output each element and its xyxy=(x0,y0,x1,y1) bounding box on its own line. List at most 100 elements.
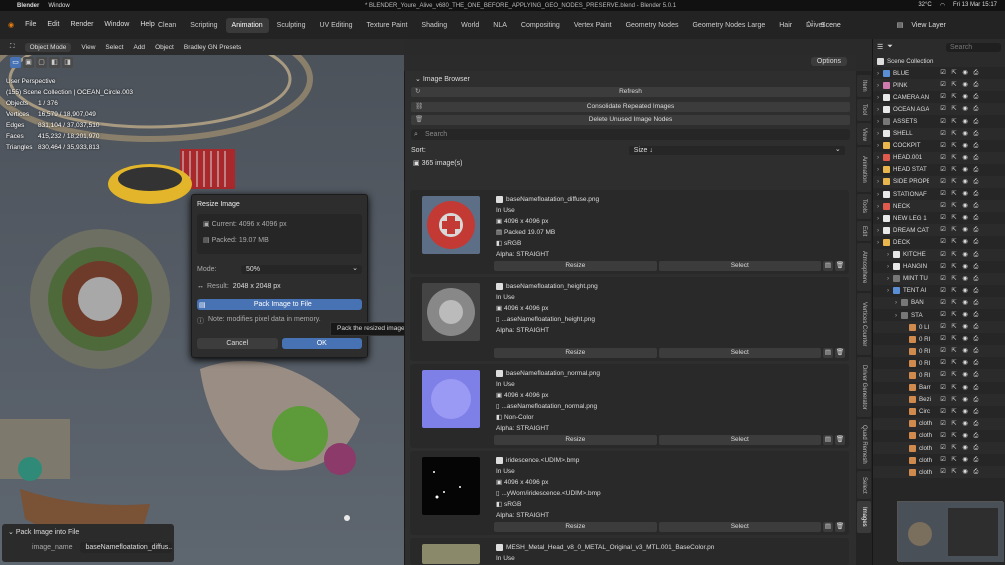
outliner-row[interactable]: 0 RI ☑ ⇱ ◉ ⎙ xyxy=(873,345,1005,358)
tab-quad-remesh[interactable]: Quad Remesh xyxy=(857,419,871,469)
menu-file[interactable]: File xyxy=(25,21,36,29)
eye-icon[interactable]: ◉ xyxy=(961,287,969,295)
tab-scripting[interactable]: Scripting xyxy=(184,18,223,33)
camera-icon[interactable]: ⎙ xyxy=(972,444,980,452)
checkbox-icon[interactable]: ☑ xyxy=(939,347,947,355)
checkbox-icon[interactable]: ☑ xyxy=(939,214,947,222)
resize-button[interactable]: Resize xyxy=(494,522,657,532)
outliner-row[interactable]: cloth ☑ ⇱ ◉ ⎙ xyxy=(873,466,1005,479)
camera-icon[interactable]: ⎙ xyxy=(972,93,980,101)
select-intersect-icon[interactable]: ◨ xyxy=(62,57,73,68)
select-extend-icon[interactable]: ▣ xyxy=(23,57,34,68)
sort-dropdown[interactable]: Size ↓ xyxy=(628,145,845,155)
pack-icon[interactable]: ▤ xyxy=(823,435,833,445)
outliner-row[interactable]: › NECK ☑ ⇱ ◉ ⎙ xyxy=(873,200,1005,213)
select-arrow-icon[interactable]: ⇱ xyxy=(950,444,958,452)
tab-atmosphere[interactable]: Atmosphere xyxy=(857,243,871,291)
checkbox-icon[interactable]: ☑ xyxy=(939,178,947,186)
outliner-row[interactable]: › BAN ☑ ⇱ ◉ ⎙ xyxy=(873,296,1005,309)
eye-icon[interactable]: ◉ xyxy=(961,468,969,476)
select-arrow-icon[interactable]: ⇱ xyxy=(950,384,958,392)
app-menu[interactable]: Blender xyxy=(17,3,39,9)
outliner-row[interactable]: › ASSETS ☑ ⇱ ◉ ⎙ xyxy=(873,115,1005,127)
select-arrow-icon[interactable]: ⇱ xyxy=(950,275,958,283)
select-arrow-icon[interactable]: ⇱ xyxy=(950,190,958,198)
scene-collection-row[interactable]: Scene Collection xyxy=(873,55,1005,68)
select-arrow-icon[interactable]: ⇱ xyxy=(950,166,958,174)
resize-button[interactable]: Resize xyxy=(494,348,657,358)
camera-icon[interactable]: ⎙ xyxy=(972,323,980,331)
resize-button[interactable]: Resize xyxy=(494,261,657,271)
checkbox-icon[interactable]: ☑ xyxy=(939,359,947,367)
select-arrow-icon[interactable]: ⇱ xyxy=(950,408,958,416)
menu-window[interactable]: Window xyxy=(104,21,129,29)
select-arrow-icon[interactable]: ⇱ xyxy=(950,396,958,404)
select-arrow-icon[interactable]: ⇱ xyxy=(950,371,958,379)
eye-icon[interactable]: ◉ xyxy=(961,226,969,234)
checkbox[interactable] xyxy=(496,195,503,203)
camera-icon[interactable]: ⎙ xyxy=(972,456,980,464)
camera-icon[interactable]: ⎙ xyxy=(972,105,980,113)
checkbox-icon[interactable]: ☑ xyxy=(939,238,947,246)
outliner-row[interactable]: › CAMERA AN ☑ ⇱ ◉ ⎙ xyxy=(873,91,1005,103)
refresh-button[interactable]: ↻ Refresh xyxy=(411,87,850,97)
camera-icon[interactable]: ⎙ xyxy=(972,432,980,440)
eye-icon[interactable]: ◉ xyxy=(961,456,969,464)
checkbox-icon[interactable]: ☑ xyxy=(939,408,947,416)
checkbox-icon[interactable]: ☑ xyxy=(939,202,947,210)
camera-icon[interactable]: ⎙ xyxy=(972,420,980,428)
tab-geometry-nodes-large[interactable]: Geometry Nodes Large xyxy=(686,18,771,33)
checkbox-icon[interactable]: ☑ xyxy=(939,468,947,476)
checkbox-icon[interactable]: ☑ xyxy=(939,323,947,331)
select-arrow-icon[interactable]: ⇱ xyxy=(950,456,958,464)
select-arrow-icon[interactable]: ⇱ xyxy=(950,432,958,440)
eye-icon[interactable]: ◉ xyxy=(961,202,969,210)
eye-icon[interactable]: ◉ xyxy=(961,154,969,162)
outliner-editor-icon[interactable]: ☰ xyxy=(877,43,883,51)
trash-icon[interactable]: 🗑 xyxy=(835,522,845,532)
camera-icon[interactable]: ⎙ xyxy=(972,311,980,319)
camera-icon[interactable]: ⎙ xyxy=(972,154,980,162)
tab-edit[interactable]: Edit xyxy=(857,221,871,241)
camera-icon[interactable]: ⎙ xyxy=(972,347,980,355)
image-thumbnail[interactable] xyxy=(422,544,480,564)
eye-icon[interactable]: ◉ xyxy=(961,178,969,186)
eye-icon[interactable]: ◉ xyxy=(961,371,969,379)
tab-tool[interactable]: Tool xyxy=(857,99,871,121)
checkbox-icon[interactable]: ☑ xyxy=(939,420,947,428)
outliner-row[interactable]: › HEAD STAT ☑ ⇱ ◉ ⎙ xyxy=(873,164,1005,176)
eye-icon[interactable]: ◉ xyxy=(961,118,969,126)
options-button[interactable]: Options xyxy=(810,57,847,66)
outliner-row[interactable]: › COCKPIT ☑ ⇱ ◉ ⎙ xyxy=(873,140,1005,152)
editor-type-icon[interactable]: ⛶ xyxy=(10,43,15,51)
checkbox-icon[interactable]: ☑ xyxy=(939,166,947,174)
eye-icon[interactable]: ◉ xyxy=(961,299,969,307)
eye-icon[interactable]: ◉ xyxy=(961,214,969,222)
select-arrow-icon[interactable]: ⇱ xyxy=(950,226,958,234)
outliner-row[interactable]: › DREAM CAT ☑ ⇱ ◉ ⎙ xyxy=(873,224,1005,237)
checkbox-icon[interactable]: ☑ xyxy=(939,299,947,307)
eye-icon[interactable]: ◉ xyxy=(961,420,969,428)
eye-icon[interactable]: ◉ xyxy=(961,408,969,416)
checkbox-icon[interactable]: ☑ xyxy=(939,93,947,101)
eye-icon[interactable]: ◉ xyxy=(961,130,969,138)
checkbox[interactable] xyxy=(496,456,503,464)
tab-vertex-paint[interactable]: Vertex Paint xyxy=(568,18,618,33)
outliner-row[interactable]: cloth ☑ ⇱ ◉ ⎙ xyxy=(873,417,1005,430)
camera-icon[interactable]: ⎙ xyxy=(972,408,980,416)
checkbox-icon[interactable]: ☑ xyxy=(939,263,947,271)
eye-icon[interactable]: ◉ xyxy=(961,432,969,440)
tab-animation[interactable]: Animation xyxy=(225,17,269,33)
select-arrow-icon[interactable]: ⇱ xyxy=(950,118,958,126)
tab-clean[interactable]: Clean xyxy=(152,18,182,33)
outliner-row[interactable]: › SHELL ☑ ⇱ ◉ ⎙ xyxy=(873,127,1005,140)
camera-icon[interactable]: ⎙ xyxy=(972,142,980,150)
checkbox-icon[interactable]: ☑ xyxy=(939,154,947,162)
select-arrow-icon[interactable]: ⇱ xyxy=(950,142,958,150)
camera-icon[interactable]: ⎙ xyxy=(972,190,980,198)
outliner-row[interactable]: › NEW LEG 1 ☑ ⇱ ◉ ⎙ xyxy=(873,212,1005,224)
trash-icon[interactable]: 🗑 xyxy=(835,348,845,358)
image-thumbnail[interactable] xyxy=(422,283,480,341)
checkbox-icon[interactable]: ☑ xyxy=(939,371,947,379)
tab-geometry-nodes[interactable]: Geometry Nodes xyxy=(620,18,685,33)
